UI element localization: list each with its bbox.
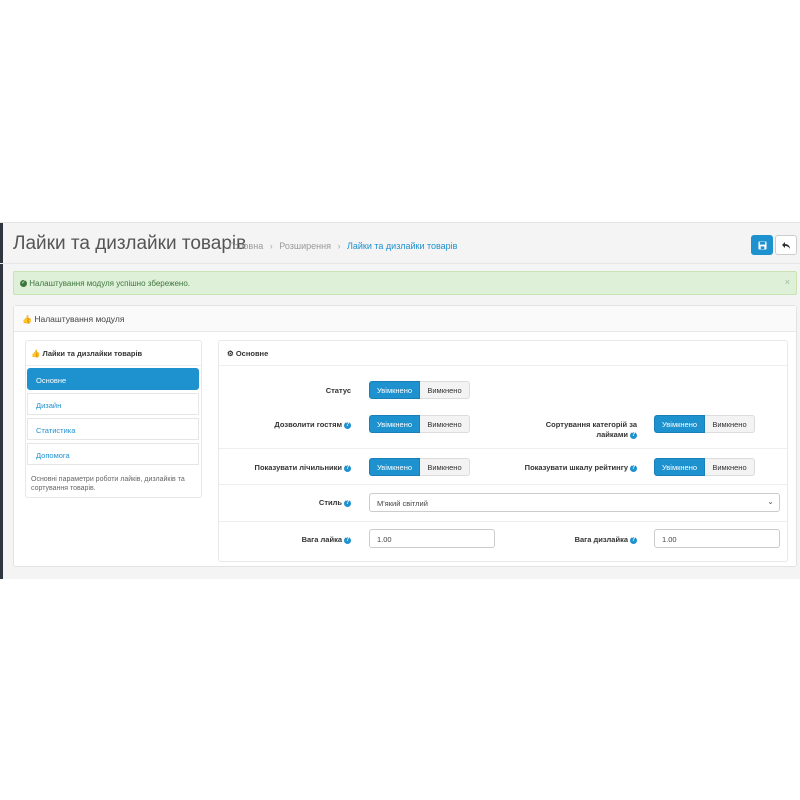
help-icon[interactable]: ? xyxy=(344,421,351,429)
save-icon xyxy=(757,240,767,250)
help-icon[interactable]: ? xyxy=(344,499,351,507)
allow-guests-off-button[interactable]: Вимкнено xyxy=(420,415,470,433)
reply-icon xyxy=(782,241,790,249)
show-rating-scale-toggle[interactable]: Увімкнено Вимкнено xyxy=(654,458,755,476)
sidebar-heading: 👍 Лайки та дизлайки товарів xyxy=(26,341,201,366)
show-rating-scale-off-button[interactable]: Вимкнено xyxy=(705,458,755,476)
show-rating-scale-on-button[interactable]: Увімкнено xyxy=(654,458,705,476)
left-sidebar-edge xyxy=(0,223,3,579)
show-counters-on-button[interactable]: Увімкнено xyxy=(369,458,420,476)
chevron-down-icon: ⌄ xyxy=(767,497,774,506)
panel-heading: 👍 Налаштування модуля xyxy=(14,306,796,332)
general-heading: ⚙ Основне xyxy=(219,341,787,366)
allow-guests-label: Дозволити гостям? xyxy=(274,420,351,429)
like-weight-label: Вага лайка? xyxy=(302,535,351,544)
sort-categories-toggle[interactable]: Увімкнено Вимкнено xyxy=(654,415,755,433)
show-counters-text: Показувати лічильники xyxy=(254,463,342,472)
style-select[interactable]: М'який світлий ⌄ xyxy=(369,493,780,512)
sidebar-item-label: Допомога xyxy=(36,451,70,460)
save-button[interactable] xyxy=(751,235,773,255)
sort-categories-off-button[interactable]: Вимкнено xyxy=(705,415,755,433)
dislike-weight-value: 1.00 xyxy=(662,535,677,544)
dislike-weight-text: Вага дизлайка xyxy=(574,535,628,544)
general-settings-box: ⚙ Основне Статус Увімкнено Вимкнено Дозв… xyxy=(218,340,788,562)
sort-categories-text-2-wrap: лайками? xyxy=(546,430,637,440)
help-icon[interactable]: ? xyxy=(344,464,351,472)
success-alert: ✓ Налаштування модуля успішно збережено.… xyxy=(13,271,797,295)
show-counters-label: Показувати лічильники? xyxy=(255,463,351,472)
breadcrumb-home[interactable]: Головна xyxy=(229,241,263,251)
style-text: Стиль xyxy=(318,498,342,507)
settings-sidebar: 👍 Лайки та дизлайки товарів Основне Диза… xyxy=(25,340,202,498)
breadcrumb-separator: › xyxy=(337,241,341,251)
show-counters-off-button[interactable]: Вимкнено xyxy=(420,458,470,476)
style-label: Стиль? xyxy=(319,498,351,507)
alert-message: Налаштування модуля успішно збережено. xyxy=(29,279,190,288)
module-settings-panel: 👍 Налаштування модуля 👍 Лайки та дизлайк… xyxy=(13,305,797,567)
status-on-button[interactable]: Увімкнено xyxy=(369,381,420,399)
close-icon[interactable]: × xyxy=(785,277,790,287)
row-divider xyxy=(219,484,787,485)
sidebar-item-general[interactable]: Основне xyxy=(27,368,199,390)
status-label: Статус xyxy=(325,386,351,395)
sidebar-title-wrap: 👍 Лайки та дизлайки товарів xyxy=(31,349,142,358)
sort-categories-label: Сортування категорій за лайками? xyxy=(546,420,637,440)
back-button[interactable] xyxy=(775,235,797,255)
like-weight-input[interactable]: 1.00 xyxy=(369,529,495,548)
sidebar-description: Основні параметри роботи лайків, дизлайк… xyxy=(31,476,185,492)
allow-guests-toggle[interactable]: Увімкнено Вимкнено xyxy=(369,415,470,433)
panel-title: Налаштування модуля xyxy=(34,314,125,324)
like-weight-text: Вага лайка xyxy=(301,535,342,544)
dislike-weight-input[interactable]: 1.00 xyxy=(654,529,780,548)
sort-categories-text-1: Сортування категорій за xyxy=(545,420,637,429)
general-title: Основне xyxy=(235,349,269,358)
breadcrumb-extensions[interactable]: Розширення xyxy=(279,241,331,251)
header-divider xyxy=(0,263,800,264)
sort-categories-text-2: лайками xyxy=(596,430,628,439)
help-icon[interactable]: ? xyxy=(630,536,637,544)
sidebar-item-statistics[interactable]: Статистика xyxy=(27,418,199,440)
allow-guests-text: Дозволити гостям xyxy=(274,420,342,429)
sidebar-item-help[interactable]: Допомога xyxy=(27,443,199,465)
row-divider xyxy=(219,521,787,522)
general-title-wrap: ⚙ Основне xyxy=(227,349,268,358)
check-circle-icon: ✓ xyxy=(20,280,27,288)
help-icon[interactable]: ? xyxy=(630,464,637,472)
help-icon[interactable]: ? xyxy=(630,431,637,439)
sidebar-item-design[interactable]: Дизайн xyxy=(27,393,199,415)
thumbs-up-icon: 👍 xyxy=(22,315,32,324)
page-header: Лайки та дизлайки товарів Головна › Розш… xyxy=(13,223,800,263)
page-title: Лайки та дизлайки товарів xyxy=(13,233,247,254)
sidebar-item-label: Основне xyxy=(36,376,67,385)
sidebar-title: Лайки та дизлайки товарів xyxy=(42,349,143,358)
show-counters-toggle[interactable]: Увімкнено Вимкнено xyxy=(369,458,470,476)
sort-categories-on-button[interactable]: Увімкнено xyxy=(654,415,705,433)
help-icon[interactable]: ? xyxy=(344,536,351,544)
sidebar-item-label: Статистика xyxy=(36,426,76,435)
breadcrumb-separator: › xyxy=(269,241,273,251)
like-weight-value: 1.00 xyxy=(377,535,392,544)
dislike-weight-label: Вага дизлайка? xyxy=(575,535,637,544)
show-rating-scale-text: Показувати шкалу рейтингу xyxy=(524,463,628,472)
breadcrumb-current[interactable]: Лайки та дизлайки товарів xyxy=(347,241,457,251)
sidebar-item-label: Дизайн xyxy=(36,401,62,410)
allow-guests-on-button[interactable]: Увімкнено xyxy=(369,415,420,433)
show-rating-scale-label: Показувати шкалу рейтингу? xyxy=(525,463,637,472)
status-off-button[interactable]: Вимкнено xyxy=(420,381,470,399)
admin-frame: Лайки та дизлайки товарів Головна › Розш… xyxy=(0,222,800,579)
breadcrumb: Головна › Розширення › Лайки та дизлайки… xyxy=(229,241,457,251)
row-divider xyxy=(219,448,787,449)
cogs-icon: ⚙ xyxy=(227,349,234,358)
thumbs-up-icon: 👍 xyxy=(31,349,41,358)
style-select-value: М'який світлий xyxy=(377,499,428,508)
panel-title-wrap: 👍 Налаштування модуля xyxy=(22,314,124,324)
alert-text-wrap: ✓ Налаштування модуля успішно збережено. xyxy=(20,279,190,288)
status-toggle[interactable]: Увімкнено Вимкнено xyxy=(369,381,470,399)
